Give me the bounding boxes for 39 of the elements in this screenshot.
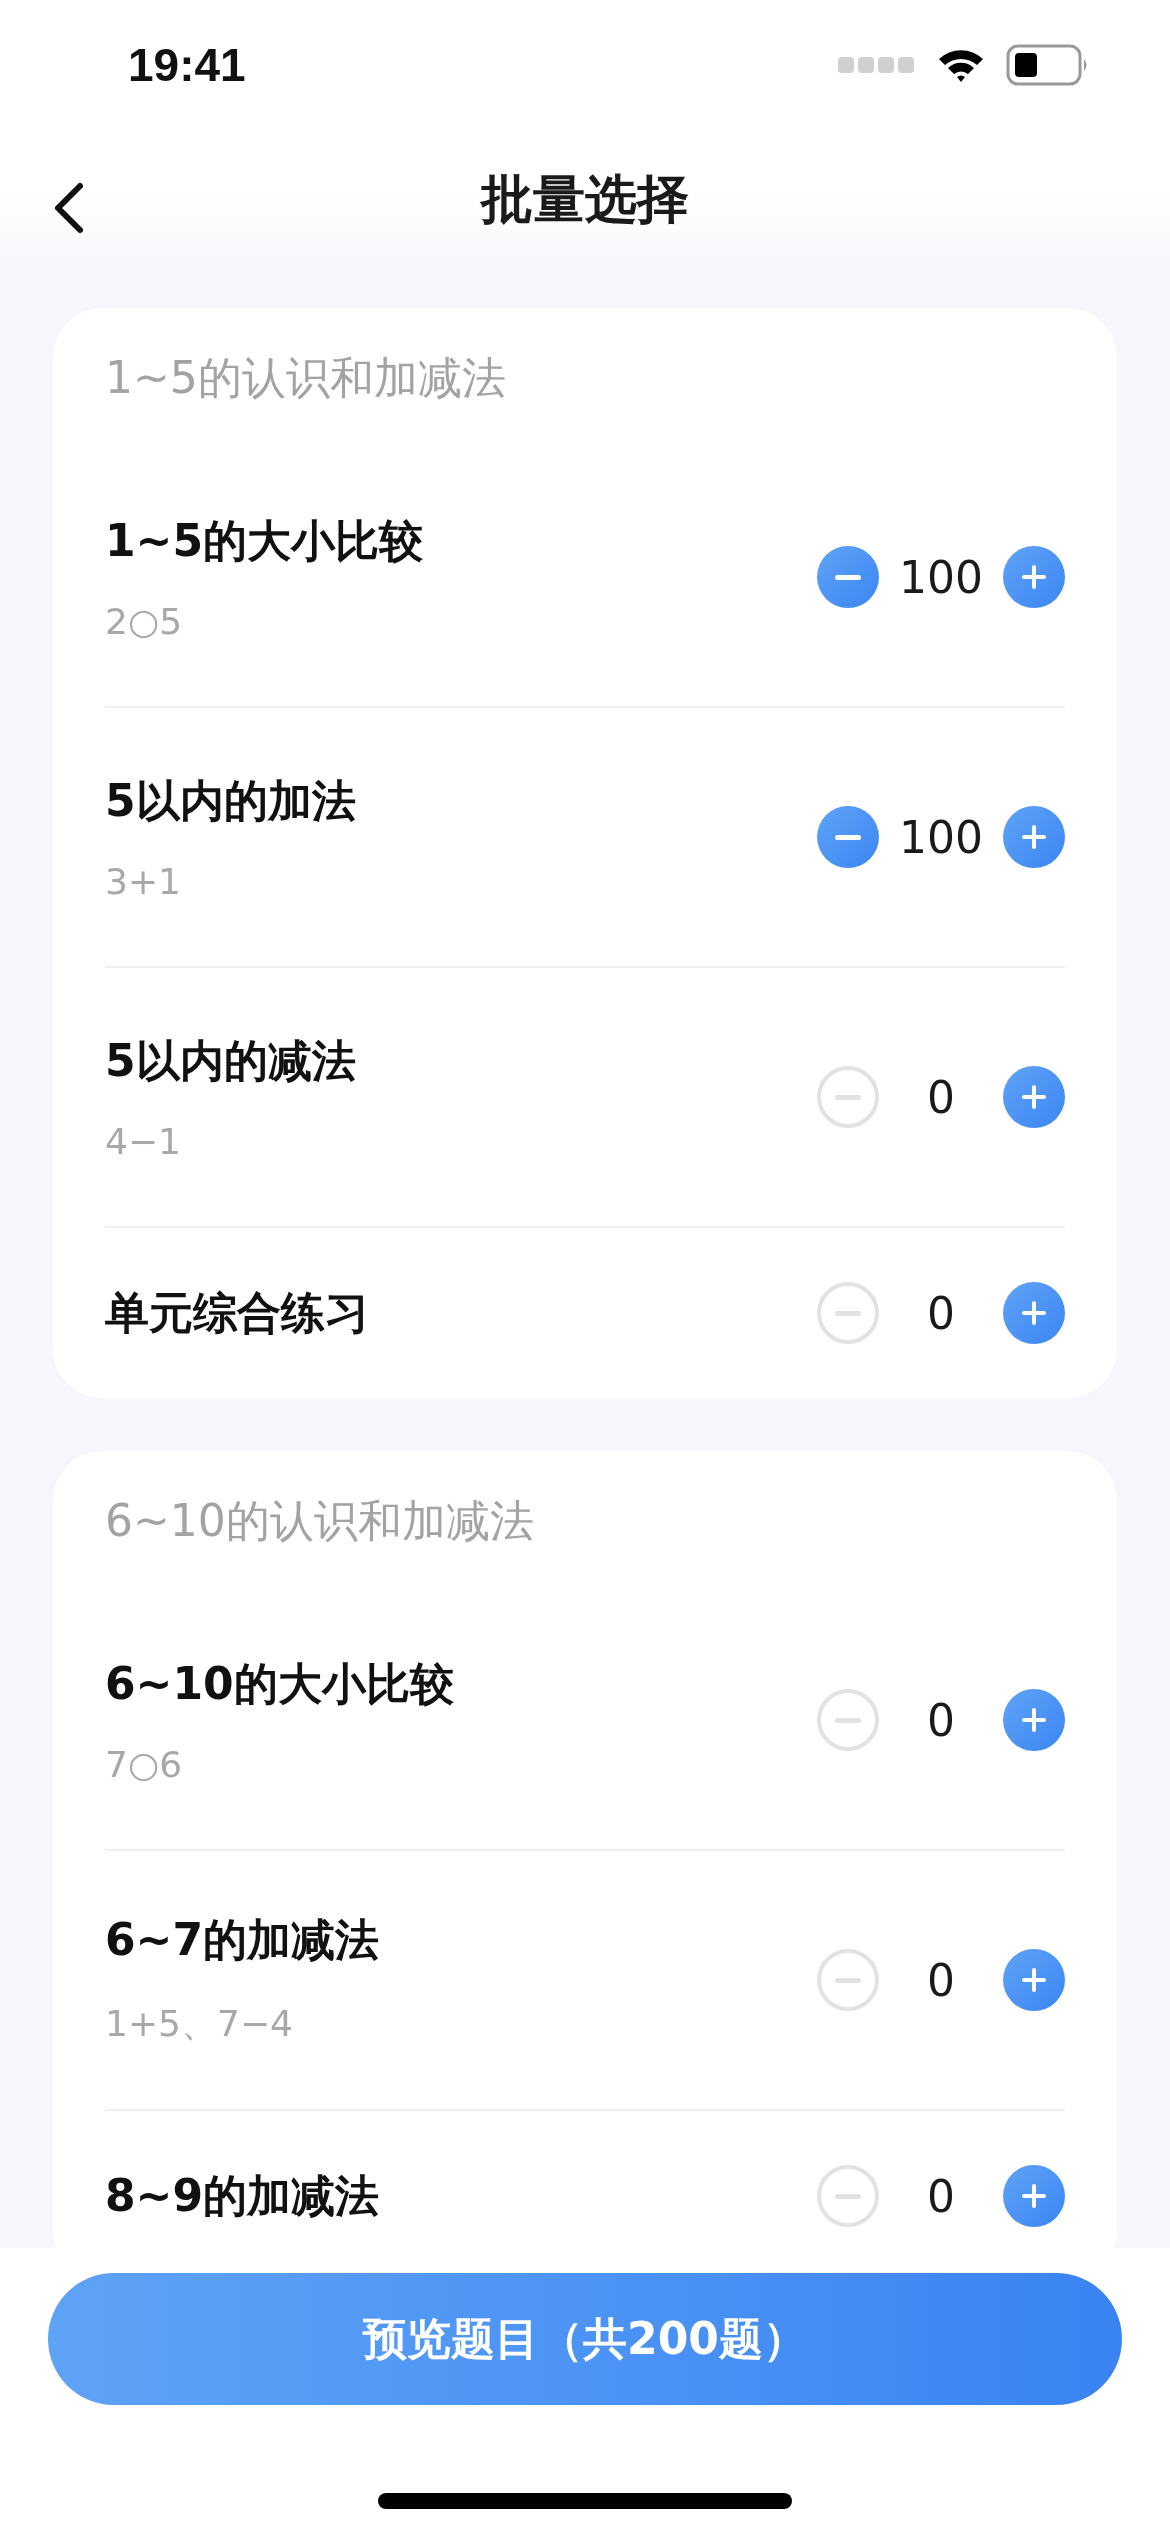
minus-icon (835, 1094, 861, 1100)
section-title: 1~5的认识和加减法 (104, 351, 507, 405)
exercise-example: 1+5、7−4 (105, 2002, 294, 2046)
minus-icon (835, 1310, 861, 1316)
plus-icon (1019, 822, 1049, 852)
count-value: 0 (926, 1954, 956, 2006)
preview-button[interactable]: 预览题目（共200题） (48, 2273, 1122, 2405)
exercise-title: 5以内的减法 (105, 1034, 356, 1088)
page-title: 批量选择 (481, 168, 689, 231)
count-value: 100 (898, 551, 984, 603)
minus-icon (835, 1977, 861, 1983)
exercise-title: 6~10的大小比较 (105, 1657, 454, 1711)
exercise-title: 8~9的加减法 (105, 2168, 380, 2223)
plus-icon (1019, 2181, 1049, 2211)
plus-icon (1019, 1705, 1049, 1735)
minus-icon (835, 574, 861, 580)
plus-icon (1019, 1082, 1049, 1112)
plus-icon (1019, 1965, 1049, 1995)
signal-icon (838, 55, 916, 75)
exercise-title: 单元综合练习 (105, 1285, 369, 1340)
count-value: 100 (898, 811, 984, 863)
status-time: 19:41 (128, 38, 246, 92)
exercise-title: 1~5的大小比较 (105, 514, 424, 568)
exercise-example: 2○5 (105, 601, 184, 642)
exercise-title: 5以内的加法 (105, 774, 356, 828)
count-value: 0 (926, 1694, 956, 1746)
exercise-example: 7○6 (105, 1744, 184, 1785)
exercise-title: 6~7的加减法 (105, 1913, 380, 1967)
count-value: 0 (926, 1071, 956, 1123)
section-title: 6~10的认识和加减法 (104, 1494, 535, 1548)
minus-icon (835, 1717, 861, 1723)
minus-icon (835, 834, 861, 840)
minus-icon (835, 2193, 861, 2199)
exercise-example: 4−1 (105, 1121, 182, 1162)
exercise-example: 3+1 (105, 861, 182, 902)
count-value: 0 (926, 2170, 956, 2222)
count-value: 0 (926, 1287, 956, 1339)
plus-icon (1019, 1298, 1049, 1328)
plus-icon (1019, 562, 1049, 592)
